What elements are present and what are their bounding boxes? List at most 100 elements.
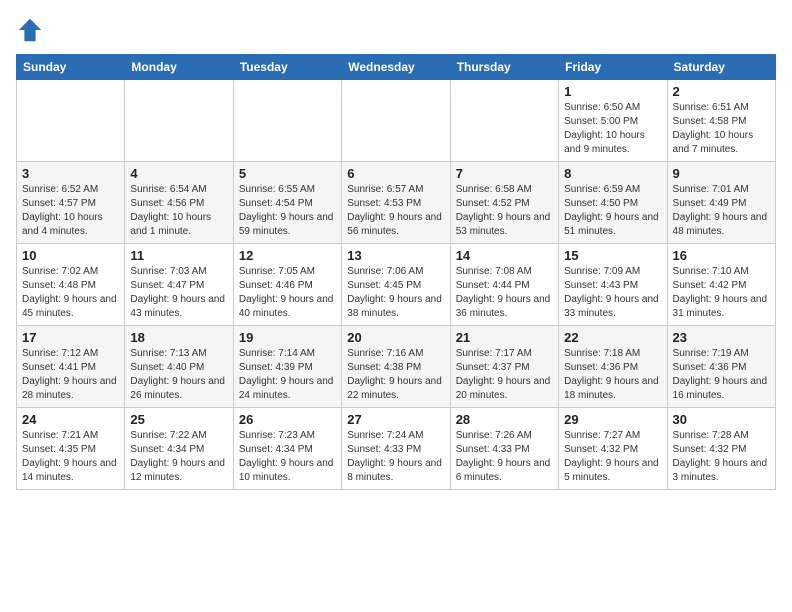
- calendar-cell: 23 Sunrise: 7:19 AM Sunset: 4:36 PM Dayli…: [667, 326, 775, 408]
- day-number: 1: [564, 84, 661, 99]
- day-info: Sunrise: 7:18 AM Sunset: 4:36 PM Dayligh…: [564, 347, 661, 403]
- calendar-cell: 3 Sunrise: 6:52 AM Sunset: 4:57 PM Daylig…: [17, 162, 125, 244]
- day-number: 26: [239, 412, 336, 427]
- calendar-cell: 29 Sunrise: 7:27 AM Sunset: 4:32 PM Dayli…: [559, 408, 667, 490]
- day-info: Sunrise: 7:22 AM Sunset: 4:34 PM Dayligh…: [130, 429, 227, 485]
- calendar-week-row: 1 Sunrise: 6:50 AM Sunset: 5:00 PM Daylig…: [17, 80, 776, 162]
- column-header-wednesday: Wednesday: [342, 55, 450, 80]
- day-info: Sunrise: 7:08 AM Sunset: 4:44 PM Dayligh…: [456, 265, 553, 321]
- calendar-cell: 13Sunrise: 7:06 AM Sunset: 4:45 PM Dayli…: [342, 244, 450, 326]
- day-number: 25: [130, 412, 227, 427]
- day-info: Sunrise: 6:55 AM Sunset: 4:54 PM Dayligh…: [239, 183, 336, 239]
- calendar-cell: [17, 80, 125, 162]
- day-number: 6: [347, 166, 444, 181]
- calendar-cell: 24 Sunrise: 7:21 AM Sunset: 4:35 PM Dayli…: [17, 408, 125, 490]
- calendar-week-row: 3 Sunrise: 6:52 AM Sunset: 4:57 PM Daylig…: [17, 162, 776, 244]
- day-info: Sunrise: 7:13 AM Sunset: 4:40 PM Dayligh…: [130, 347, 227, 403]
- day-number: 14: [456, 248, 553, 263]
- calendar-cell: 7 Sunrise: 6:58 AM Sunset: 4:52 PM Daylig…: [450, 162, 558, 244]
- calendar-cell: 12 Sunrise: 7:05 AM Sunset: 4:46 PM Dayli…: [233, 244, 341, 326]
- day-info: Sunrise: 7:17 AM Sunset: 4:37 PM Dayligh…: [456, 347, 553, 403]
- calendar-cell: 17 Sunrise: 7:12 AM Sunset: 4:41 PM Dayli…: [17, 326, 125, 408]
- calendar-cell: 10Sunrise: 7:02 AM Sunset: 4:48 PM Dayli…: [17, 244, 125, 326]
- day-info: Sunrise: 7:21 AM Sunset: 4:35 PM Dayligh…: [22, 429, 119, 485]
- column-header-tuesday: Tuesday: [233, 55, 341, 80]
- day-info: Sunrise: 7:05 AM Sunset: 4:46 PM Dayligh…: [239, 265, 336, 321]
- day-info: Sunrise: 7:28 AM Sunset: 4:32 PM Dayligh…: [673, 429, 770, 485]
- day-info: Sunrise: 6:50 AM Sunset: 5:00 PM Dayligh…: [564, 101, 661, 157]
- day-number: 20: [347, 330, 444, 345]
- day-number: 15: [564, 248, 661, 263]
- calendar-cell: 6 Sunrise: 6:57 AM Sunset: 4:53 PM Daylig…: [342, 162, 450, 244]
- calendar-cell: 28 Sunrise: 7:26 AM Sunset: 4:33 PM Dayli…: [450, 408, 558, 490]
- calendar-cell: 16 Sunrise: 7:10 AM Sunset: 4:42 PM Dayli…: [667, 244, 775, 326]
- day-info: Sunrise: 7:12 AM Sunset: 4:41 PM Dayligh…: [22, 347, 119, 403]
- calendar-cell: 20Sunrise: 7:16 AM Sunset: 4:38 PM Dayli…: [342, 326, 450, 408]
- day-number: 18: [130, 330, 227, 345]
- calendar-cell: [450, 80, 558, 162]
- day-number: 16: [673, 248, 770, 263]
- calendar-table: SundayMondayTuesdayWednesdayThursdayFrid…: [16, 54, 776, 490]
- calendar-cell: 27Sunrise: 7:24 AM Sunset: 4:33 PM Dayli…: [342, 408, 450, 490]
- column-header-friday: Friday: [559, 55, 667, 80]
- day-number: 7: [456, 166, 553, 181]
- day-number: 23: [673, 330, 770, 345]
- column-header-saturday: Saturday: [667, 55, 775, 80]
- calendar-cell: 18 Sunrise: 7:13 AM Sunset: 4:40 PM Dayli…: [125, 326, 233, 408]
- day-number: 19: [239, 330, 336, 345]
- calendar-cell: [233, 80, 341, 162]
- day-info: Sunrise: 7:06 AM Sunset: 4:45 PM Dayligh…: [347, 265, 444, 321]
- day-number: 2: [673, 84, 770, 99]
- page-header: [16, 16, 776, 44]
- calendar-cell: 25 Sunrise: 7:22 AM Sunset: 4:34 PM Dayli…: [125, 408, 233, 490]
- day-info: Sunrise: 7:03 AM Sunset: 4:47 PM Dayligh…: [130, 265, 227, 321]
- calendar-cell: 15 Sunrise: 7:09 AM Sunset: 4:43 PM Dayli…: [559, 244, 667, 326]
- calendar-cell: 9 Sunrise: 7:01 AM Sunset: 4:49 PM Daylig…: [667, 162, 775, 244]
- day-number: 9: [673, 166, 770, 181]
- day-info: Sunrise: 6:51 AM Sunset: 4:58 PM Dayligh…: [673, 101, 770, 157]
- calendar-cell: 11 Sunrise: 7:03 AM Sunset: 4:47 PM Dayli…: [125, 244, 233, 326]
- day-info: Sunrise: 7:10 AM Sunset: 4:42 PM Dayligh…: [673, 265, 770, 321]
- column-header-sunday: Sunday: [17, 55, 125, 80]
- day-number: 21: [456, 330, 553, 345]
- logo: [16, 16, 48, 44]
- calendar-cell: 2 Sunrise: 6:51 AM Sunset: 4:58 PM Daylig…: [667, 80, 775, 162]
- calendar-cell: 30 Sunrise: 7:28 AM Sunset: 4:32 PM Dayli…: [667, 408, 775, 490]
- calendar-week-row: 10Sunrise: 7:02 AM Sunset: 4:48 PM Dayli…: [17, 244, 776, 326]
- calendar-cell: 22 Sunrise: 7:18 AM Sunset: 4:36 PM Dayli…: [559, 326, 667, 408]
- day-info: Sunrise: 7:23 AM Sunset: 4:34 PM Dayligh…: [239, 429, 336, 485]
- calendar-cell: 5Sunrise: 6:55 AM Sunset: 4:54 PM Daylig…: [233, 162, 341, 244]
- day-number: 28: [456, 412, 553, 427]
- day-info: Sunrise: 6:52 AM Sunset: 4:57 PM Dayligh…: [22, 183, 119, 239]
- day-info: Sunrise: 7:24 AM Sunset: 4:33 PM Dayligh…: [347, 429, 444, 485]
- day-number: 12: [239, 248, 336, 263]
- day-number: 11: [130, 248, 227, 263]
- day-info: Sunrise: 6:59 AM Sunset: 4:50 PM Dayligh…: [564, 183, 661, 239]
- day-number: 3: [22, 166, 119, 181]
- day-number: 29: [564, 412, 661, 427]
- day-info: Sunrise: 7:09 AM Sunset: 4:43 PM Dayligh…: [564, 265, 661, 321]
- day-number: 30: [673, 412, 770, 427]
- day-info: Sunrise: 7:01 AM Sunset: 4:49 PM Dayligh…: [673, 183, 770, 239]
- calendar-cell: 4Sunrise: 6:54 AM Sunset: 4:56 PM Daylig…: [125, 162, 233, 244]
- calendar-header-row: SundayMondayTuesdayWednesdayThursdayFrid…: [17, 55, 776, 80]
- day-info: Sunrise: 7:02 AM Sunset: 4:48 PM Dayligh…: [22, 265, 119, 321]
- logo-icon: [16, 16, 44, 44]
- day-info: Sunrise: 6:58 AM Sunset: 4:52 PM Dayligh…: [456, 183, 553, 239]
- calendar-cell: 21 Sunrise: 7:17 AM Sunset: 4:37 PM Dayli…: [450, 326, 558, 408]
- day-number: 22: [564, 330, 661, 345]
- day-info: Sunrise: 6:54 AM Sunset: 4:56 PM Dayligh…: [130, 183, 227, 239]
- column-header-thursday: Thursday: [450, 55, 558, 80]
- day-info: Sunrise: 7:19 AM Sunset: 4:36 PM Dayligh…: [673, 347, 770, 403]
- calendar-cell: [125, 80, 233, 162]
- calendar-cell: 14 Sunrise: 7:08 AM Sunset: 4:44 PM Dayli…: [450, 244, 558, 326]
- day-info: Sunrise: 7:14 AM Sunset: 4:39 PM Dayligh…: [239, 347, 336, 403]
- day-info: Sunrise: 6:57 AM Sunset: 4:53 PM Dayligh…: [347, 183, 444, 239]
- calendar-cell: 1 Sunrise: 6:50 AM Sunset: 5:00 PM Daylig…: [559, 80, 667, 162]
- day-number: 17: [22, 330, 119, 345]
- day-info: Sunrise: 7:27 AM Sunset: 4:32 PM Dayligh…: [564, 429, 661, 485]
- calendar-cell: 19 Sunrise: 7:14 AM Sunset: 4:39 PM Dayli…: [233, 326, 341, 408]
- calendar-cell: [342, 80, 450, 162]
- day-info: Sunrise: 7:26 AM Sunset: 4:33 PM Dayligh…: [456, 429, 553, 485]
- day-number: 24: [22, 412, 119, 427]
